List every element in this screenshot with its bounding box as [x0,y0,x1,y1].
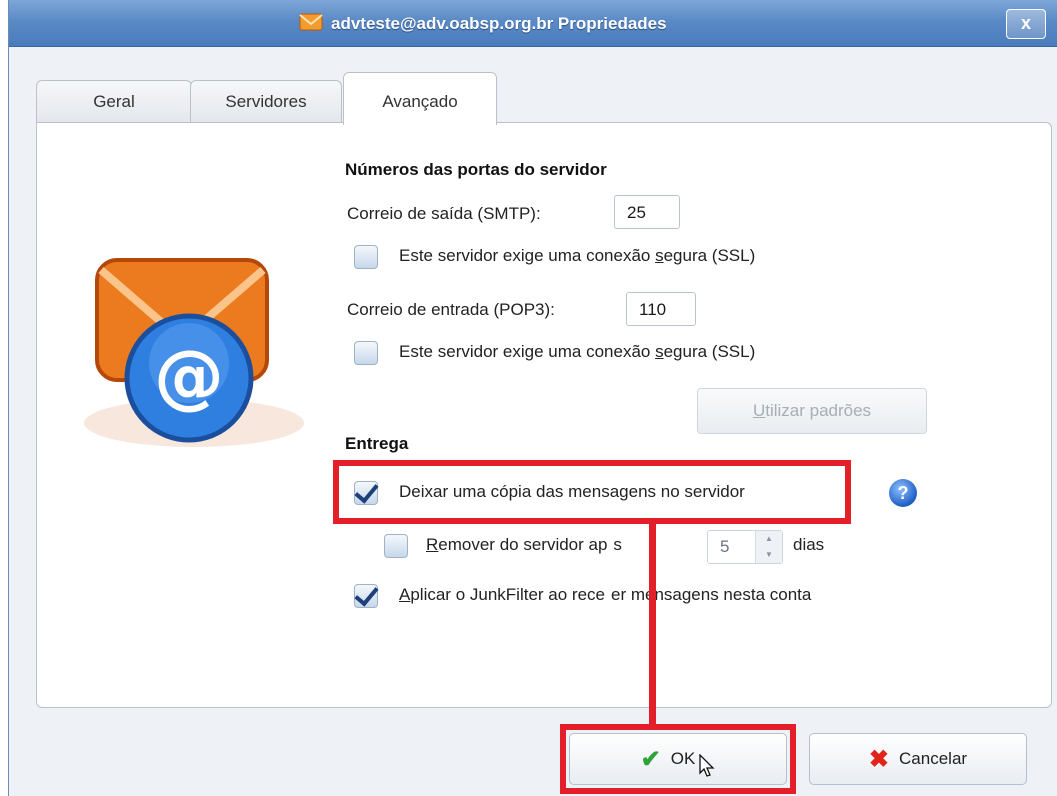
junkfilter-checkbox[interactable] [354,584,378,608]
junkfilter-label: Aplicar o JunkFilter ao rece er mensagens… [399,585,812,604]
remove-after-checkbox[interactable] [384,534,408,558]
ok-button[interactable]: ✔ OK [569,733,787,785]
tab-servidores[interactable]: Servidores [190,80,342,123]
tab-avancado[interactable]: Avançado [343,72,497,125]
smtp-ssl-label: Este servidor exige uma conexão segura (… [399,246,756,265]
window-title: advteste@adv.oabsp.org.br Propriedades [331,14,667,33]
delivery-heading: Entrega [345,434,409,453]
use-defaults-button[interactable]: Utilizar padrões [697,388,927,434]
envelope-icon [299,13,323,36]
smtp-label: Correio de saída (SMTP): [347,204,541,223]
mouse-cursor-icon [699,752,715,783]
properties-dialog: advteste@adv.oabsp.org.br Propriedades x… [8,0,1057,796]
cancel-button[interactable]: ✖ Cancelar [809,733,1027,785]
days-value: 5 [720,537,730,556]
close-button[interactable]: x [1006,9,1046,39]
checkmark-icon: ✔ [640,745,661,773]
tab-geral[interactable]: Geral [36,80,192,123]
smtp-ssl-checkbox[interactable] [354,245,378,269]
pop3-ssl-checkbox[interactable] [354,341,378,365]
stepper-down-icon[interactable]: ▼ [756,547,782,563]
smtp-port-input[interactable]: 25 [614,195,680,229]
ports-heading: Números das portas do servidor [345,160,607,179]
title-bar: advteste@adv.oabsp.org.br Propriedades x [9,0,1057,47]
days-stepper[interactable]: 5 ▲ ▼ [707,530,783,564]
highlight-leave-copy [333,460,851,524]
pop3-port-input[interactable]: 110 [626,292,696,326]
email-at-icon: @ [69,248,319,453]
pop3-ssl-label: Este servidor exige uma conexão segura (… [399,342,756,361]
svg-text:@: @ [154,335,224,417]
help-icon[interactable]: ? [889,479,917,507]
pop3-label: Correio de entrada (POP3): [347,300,555,319]
remove-after-label: Remover do servidor ap s [426,535,622,554]
days-label: dias [793,535,825,554]
cancel-x-icon: ✖ [868,745,890,773]
highlight-connector [649,520,656,730]
stepper-up-icon[interactable]: ▲ [756,531,782,547]
